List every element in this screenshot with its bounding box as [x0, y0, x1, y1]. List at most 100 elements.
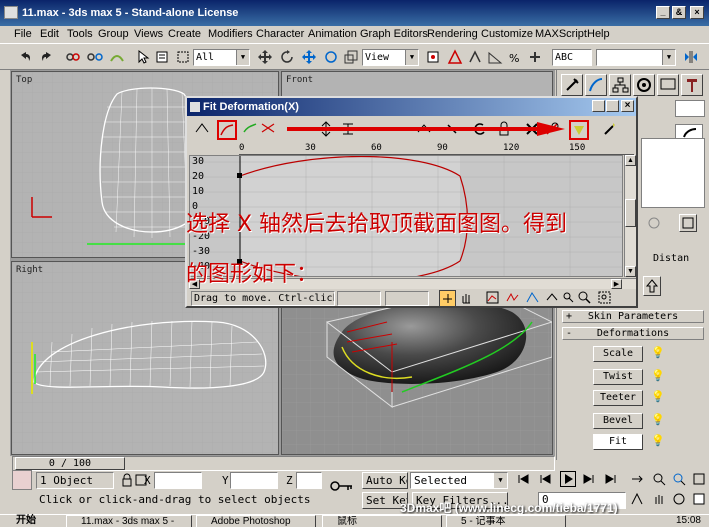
up-arrow-button[interactable] [643, 276, 661, 296]
task-mouse[interactable]: 鼠标 [322, 515, 442, 527]
modifier-stack-list[interactable] [641, 138, 705, 208]
scale-bulb-icon[interactable]: 💡 [651, 346, 665, 360]
fit-button[interactable]: Fit [593, 434, 643, 450]
pan-curve-icon[interactable] [439, 290, 456, 307]
redo-icon[interactable] [38, 48, 56, 66]
minimize-button[interactable]: _ [656, 6, 670, 19]
dialog-maximize-button[interactable] [606, 100, 619, 112]
zoom-icon[interactable] [577, 290, 594, 307]
pivot-center-icon[interactable] [424, 48, 442, 66]
display-y-axis-icon[interactable] [241, 120, 261, 140]
percent-snap-icon[interactable]: % [506, 48, 524, 66]
key-mode-toggle-icon[interactable] [630, 472, 644, 486]
scroll-up-icon[interactable]: ▲ [625, 155, 636, 166]
top-viewport-label[interactable]: Top [16, 75, 32, 85]
front-viewport-label[interactable]: Front [286, 75, 313, 85]
key-icon[interactable] [330, 480, 354, 492]
graph-vertical-scrollbar[interactable]: ▲ ▼ [624, 155, 636, 277]
reference-coordinate-dropdown[interactable]: View ▼ [362, 49, 419, 66]
hierarchy-tab-icon[interactable] [609, 74, 631, 96]
skin-parameters-rollout[interactable]: + Skin Parameters [562, 310, 704, 323]
zoom-extents-viewport-icon[interactable] [692, 472, 706, 486]
spinner-snap-icon[interactable] [526, 48, 544, 66]
select-and-link-icon[interactable] [64, 48, 82, 66]
y-coord-field[interactable] [230, 472, 278, 489]
go-to-start-icon[interactable] [516, 472, 530, 486]
scale-button[interactable]: Scale [593, 346, 643, 362]
time-config-icon[interactable] [630, 492, 644, 506]
pin-stack-icon[interactable] [647, 216, 661, 230]
maximize-viewport-icon[interactable] [692, 492, 706, 506]
time-slider[interactable]: 0 / 100 [15, 457, 125, 470]
lock-selection-icon[interactable] [120, 473, 134, 487]
display-x-axis-icon[interactable] [217, 120, 237, 140]
select-and-rotate-icon-2[interactable] [322, 48, 340, 66]
dialog-x-value-field[interactable] [337, 291, 381, 306]
bind-spacewarp-icon[interactable] [108, 48, 126, 66]
region-select-icon[interactable] [174, 48, 192, 66]
select-and-scale-icon[interactable] [342, 48, 360, 66]
twist-bulb-icon[interactable]: 💡 [651, 369, 665, 383]
scroll-thumb[interactable] [625, 199, 636, 227]
menu-help[interactable]: Help [587, 28, 610, 40]
snap-toggle-icon[interactable] [466, 48, 484, 66]
bevel-bulb-icon[interactable]: 💡 [651, 413, 665, 427]
select-and-rotate-icon[interactable] [278, 48, 296, 66]
zoom-horizontal-icon[interactable] [545, 290, 562, 307]
magic-wand-icon[interactable] [601, 120, 621, 140]
menu-character[interactable]: Character [256, 28, 304, 40]
dialog-minimize-button[interactable] [592, 100, 605, 112]
close-button[interactable]: × [690, 6, 704, 19]
unlink-icon[interactable] [86, 48, 104, 66]
make-symmetrical-icon[interactable] [193, 120, 213, 140]
utilities-tab-icon[interactable] [681, 74, 703, 96]
zoom-vertical-extents-icon[interactable] [525, 290, 542, 307]
menu-customize[interactable]: Customize [481, 28, 533, 40]
dialog-y-value-field[interactable] [385, 291, 429, 306]
zoom-all-icon[interactable] [672, 472, 686, 486]
auto-key-button[interactable]: Auto Key [362, 472, 408, 489]
z-coord-field[interactable] [296, 472, 322, 489]
zoom-viewport-icon[interactable] [652, 472, 666, 486]
previous-frame-icon[interactable] [538, 472, 552, 486]
menu-edit[interactable]: Edit [40, 28, 59, 40]
zoom-extents-icon[interactable] [485, 290, 502, 307]
mirror-icon[interactable] [682, 48, 700, 66]
key-mode-dropdown[interactable]: Selected ▼ [410, 472, 508, 489]
arc-rotate-icon[interactable] [672, 492, 686, 506]
task-notepad[interactable]: 5 - 记事本 [446, 515, 566, 527]
selection-filter-dropdown[interactable]: All ▼ [193, 49, 250, 66]
menu-rendering[interactable]: Rendering [427, 28, 478, 40]
menu-file[interactable]: File [14, 28, 32, 40]
next-frame-icon[interactable] [582, 472, 596, 486]
modify-tab-icon[interactable] [585, 74, 607, 96]
select-by-name-icon[interactable] [154, 48, 172, 66]
object-name-field[interactable] [675, 100, 705, 117]
pan-viewport-icon[interactable] [652, 492, 666, 506]
menu-views[interactable]: Views [134, 28, 163, 40]
menu-tools[interactable]: Tools [67, 28, 93, 40]
restore-button[interactable]: & [672, 6, 686, 19]
configure-modifier-icon[interactable] [679, 214, 697, 232]
twist-button[interactable]: Twist [593, 369, 643, 385]
menu-create[interactable]: Create [168, 28, 201, 40]
select-and-move-icon-2[interactable] [300, 48, 318, 66]
display-xy-axes-icon[interactable] [259, 120, 279, 140]
teeter-button[interactable]: Teeter [593, 390, 643, 406]
menu-maxscript[interactable]: MAXScript [535, 28, 587, 40]
zoom-vertical-icon[interactable] [561, 290, 578, 307]
time-slider-track[interactable]: 0 / 100 [12, 456, 555, 471]
x-coord-field[interactable] [154, 472, 202, 489]
task-3dsmax[interactable]: 11.max - 3ds max 5 - [66, 515, 192, 527]
dialog-close-button[interactable]: × [621, 100, 634, 112]
menu-animation[interactable]: Animation [308, 28, 357, 40]
bevel-button[interactable]: Bevel [593, 413, 643, 429]
named-selection-field[interactable]: ABC [552, 49, 592, 66]
start-button[interactable]: 开始 [2, 515, 60, 527]
teeter-bulb-icon[interactable]: 💡 [651, 390, 665, 404]
generate-path-icon[interactable] [569, 120, 589, 140]
play-icon[interactable] [560, 471, 576, 487]
maxscript-listener-swatch[interactable] [12, 470, 32, 490]
fit-bulb-icon[interactable]: 💡 [651, 434, 665, 448]
right-viewport-label[interactable]: Right [16, 265, 43, 275]
